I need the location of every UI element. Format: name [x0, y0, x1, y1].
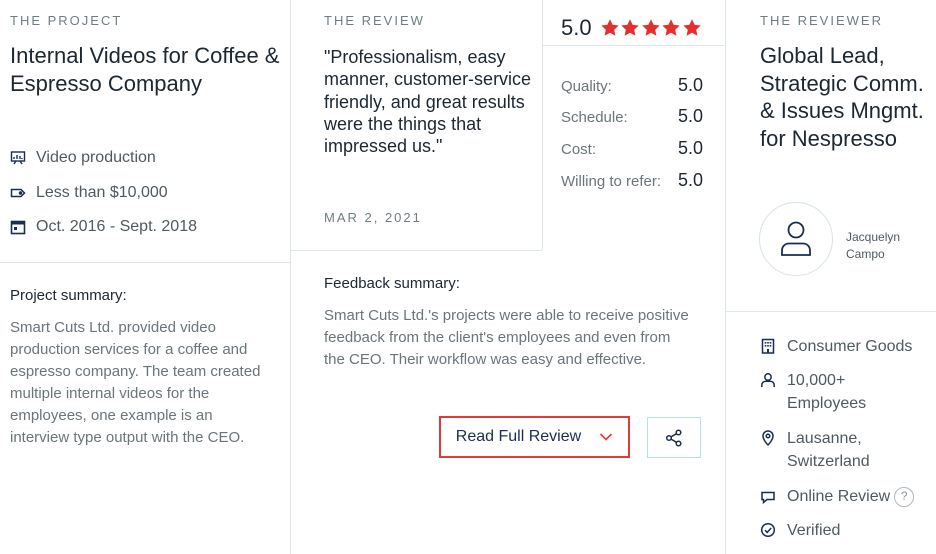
review-quote: "Professionalism, easy manner, customer-… [324, 47, 532, 157]
budget-label: Less than $10,000 [36, 184, 168, 201]
project-service: Video production [10, 147, 156, 169]
rating-value: 5.0 [677, 138, 703, 158]
overall-rating: 5.0 [561, 15, 702, 41]
review-type-label: Online Review [787, 488, 891, 505]
rating-label: Schedule: [561, 109, 628, 126]
location-pin-icon [762, 430, 774, 446]
industry-label: Consumer Goods [787, 338, 913, 355]
video-production-icon [10, 151, 26, 165]
rating-label: Willing to refer: [561, 173, 662, 190]
employees-label: 10,000+ Employees [787, 372, 867, 412]
feedback-summary-label: Feedback summary: [324, 275, 460, 292]
dates-label: Oct. 2016 - Sept. 2018 [36, 218, 197, 235]
reviewer-location: Lausanne, Switzerland [760, 427, 880, 473]
rating-label: Quality: [561, 78, 612, 95]
read-full-review-label: Read Full Review [455, 428, 582, 445]
share-icon [665, 428, 682, 447]
project-title: Internal Videos for Coffee & Espresso Co… [10, 43, 280, 96]
rating-value: 5.0 [677, 75, 703, 95]
star-icon [621, 19, 639, 36]
person-icon [761, 373, 775, 387]
overall-rating-value: 5.0 [561, 15, 592, 40]
reviewer-employees: 10,000+ Employees [760, 369, 880, 415]
user-icon [781, 221, 811, 256]
star-icon [662, 19, 680, 36]
project-eyebrow: THE PROJECT [10, 13, 123, 28]
help-icon[interactable]: ? [894, 486, 915, 507]
reviewer-verified: Verified [760, 519, 840, 542]
star-icon [641, 19, 660, 36]
project-budget: Less than $10,000 [10, 182, 168, 204]
rating-cost: Cost: 5.0 [561, 138, 703, 159]
reviewer-title: Global Lead, Strategic Comm. & Issues Mn… [760, 43, 924, 151]
rating-value: 5.0 [677, 170, 703, 190]
rating-label: Cost: [561, 141, 597, 158]
budget-tag-icon [10, 188, 26, 198]
chevron-down-icon [600, 433, 613, 441]
project-summary-label: Project summary: [10, 287, 127, 304]
column-divider [290, 0, 291, 554]
project-dates: Oct. 2016 - Sept. 2018 [10, 216, 197, 238]
rating-quality: Quality: 5.0 [561, 75, 703, 96]
calendar-icon [10, 220, 26, 235]
chat-bubble-icon [761, 491, 775, 504]
project-summary-text: Smart Cuts Ltd. provided video productio… [10, 319, 261, 446]
verified-label: Verified [787, 522, 841, 539]
share-button[interactable] [647, 417, 701, 458]
service-label: Video production [36, 149, 156, 166]
avatar [759, 202, 833, 276]
star-rating [600, 18, 703, 38]
reviewer-industry: Consumer Goods [760, 335, 912, 358]
section-divider [726, 311, 936, 312]
rating-value: 5.0 [677, 106, 703, 126]
reviewer-review-type: Online Review ? [760, 485, 915, 508]
location-label: Lausanne, Switzerland [787, 430, 870, 470]
rating-schedule: Schedule: 5.0 [561, 106, 703, 127]
reviewer-name: Jacquelyn Campo [846, 230, 901, 261]
reviewer-eyebrow: THE REVIEWER [760, 13, 883, 28]
rating-willing-to-refer: Willing to refer: 5.0 [561, 170, 703, 191]
section-divider [542, 45, 724, 46]
read-full-review-button[interactable]: Read Full Review [439, 416, 630, 458]
verified-check-icon [760, 522, 776, 538]
column-divider [542, 0, 543, 250]
column-divider [725, 0, 726, 554]
section-divider [0, 262, 290, 263]
star-icon [682, 19, 701, 36]
building-icon [761, 338, 775, 354]
review-eyebrow: THE REVIEW [324, 13, 425, 28]
review-date: MAR 2, 2021 [324, 210, 422, 225]
star-icon [600, 19, 619, 36]
section-divider [291, 250, 542, 251]
feedback-summary-text: Smart Cuts Ltd.'s projects were able to … [324, 307, 689, 368]
